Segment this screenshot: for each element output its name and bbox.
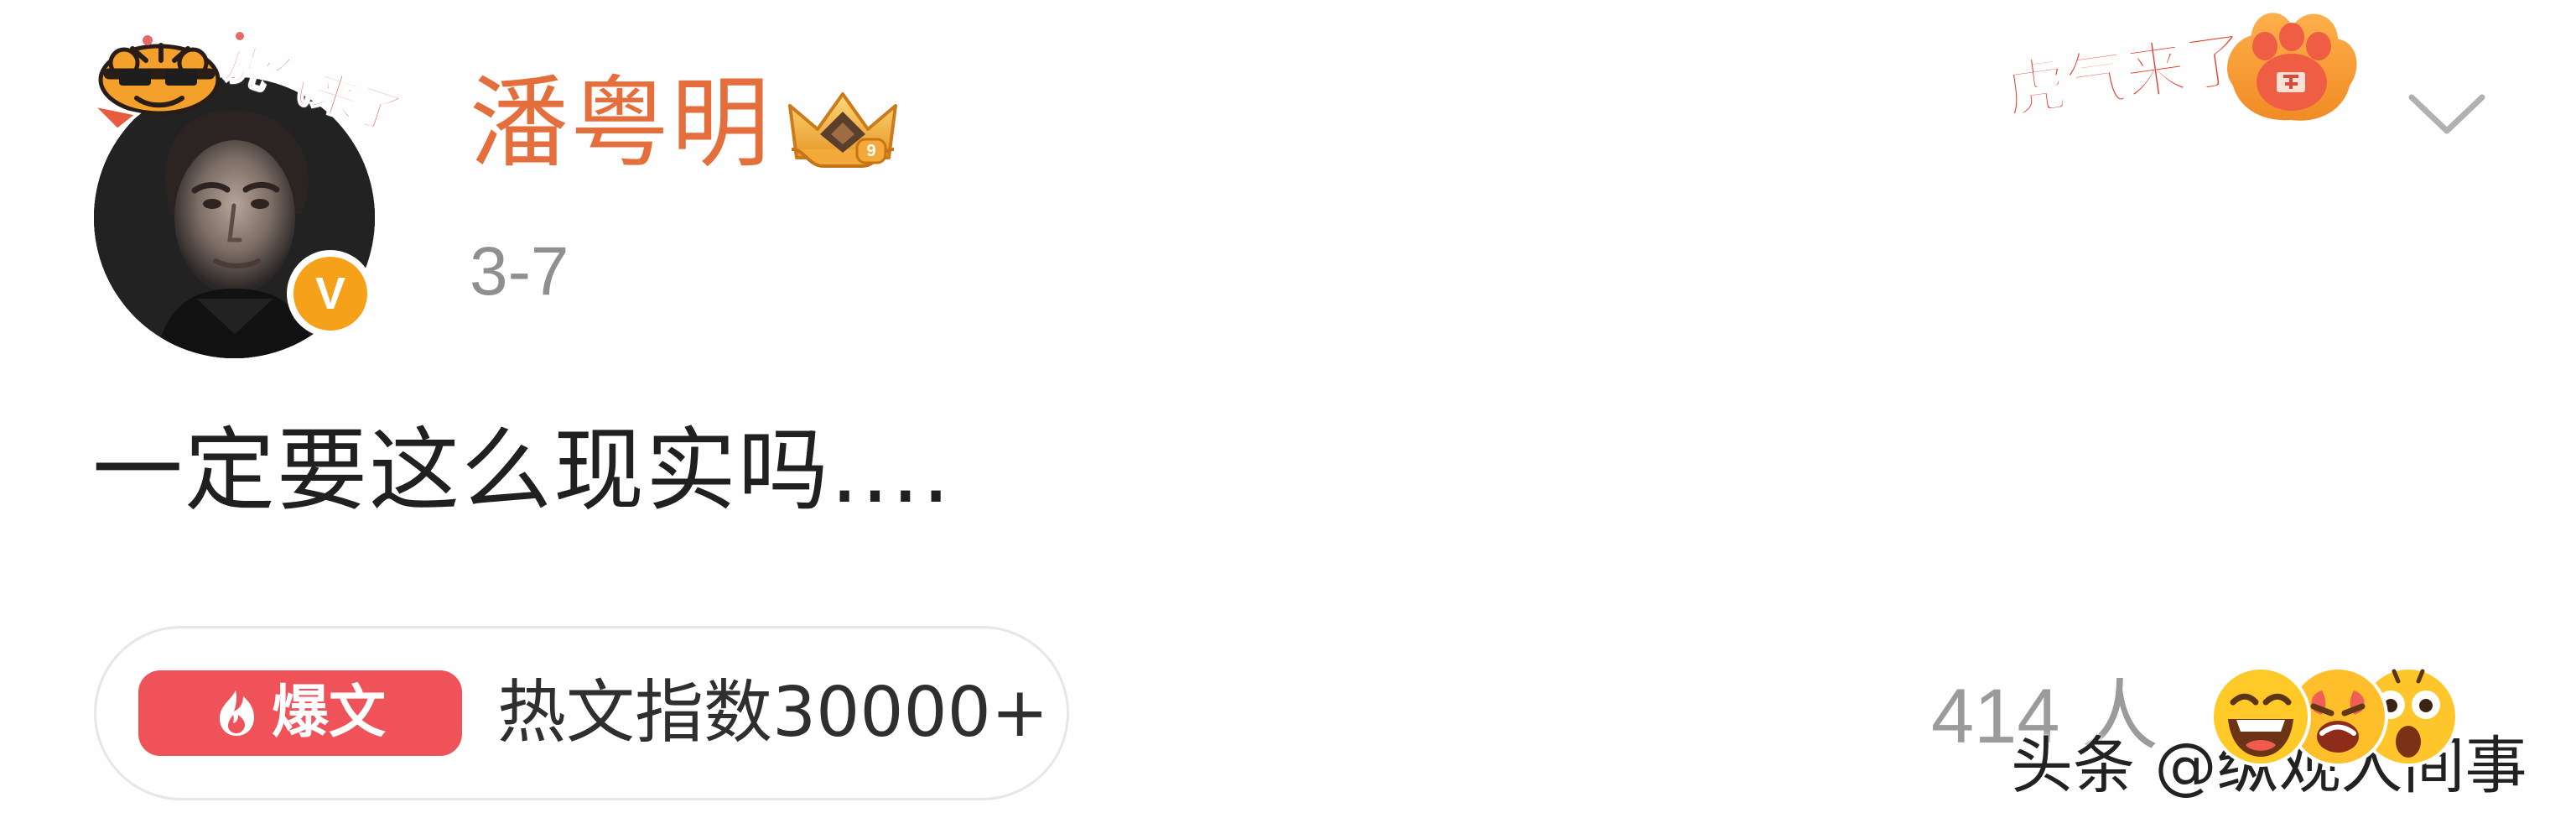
verified-badge-label: V xyxy=(293,257,367,331)
hot-tag: 爆文 xyxy=(138,670,462,756)
hot-topic-pill[interactable]: 爆文 热文指数30000+ xyxy=(94,626,1069,800)
post-date: 3-7 xyxy=(470,233,569,310)
avatar-area[interactable]: 虎气来了 V xyxy=(84,25,409,358)
hot-tag-label: 爆文 xyxy=(271,680,386,746)
laughing-emoji-icon xyxy=(2210,666,2311,767)
right-sticker-text: 虎气来了 xyxy=(2000,22,2251,127)
username[interactable]: 潘粤明 xyxy=(470,74,771,173)
weibo-post-card: 虎气来了 V 潘粤明 9 3-7 虎气来了 一定要这么现实吗.... 爆文 热文… xyxy=(0,0,2576,839)
svg-text:9: 9 xyxy=(866,142,875,160)
reaction-emojis[interactable] xyxy=(2207,663,2484,780)
fire-icon xyxy=(219,690,254,736)
verified-badge: V xyxy=(287,250,374,337)
hot-index-text: 热文指数30000+ xyxy=(497,673,1049,753)
tiger-sticker: 虎气来了 xyxy=(84,25,409,159)
post-content: 一定要这么现实吗.... xyxy=(92,419,953,524)
right-sticker: 虎气来了 xyxy=(2000,0,2390,138)
paw-icon xyxy=(2222,8,2362,126)
crown-icon: 9 xyxy=(788,92,897,168)
chevron-down-icon[interactable] xyxy=(2405,91,2489,139)
